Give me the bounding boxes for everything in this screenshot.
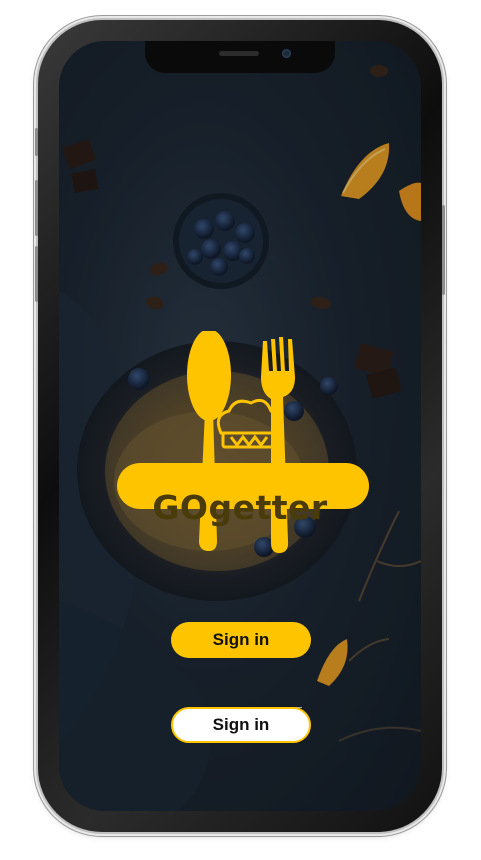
notch [145,41,335,73]
sign-in-secondary-button[interactable]: Sign in [171,707,311,743]
sign-in-button[interactable]: Sign in [171,622,311,658]
volume-up-button [35,180,38,236]
app-logo-text: GOgetter [152,488,328,527]
mute-switch [35,128,38,156]
volume-down-button [35,246,38,302]
speaker-grille [219,51,259,56]
front-camera [282,49,291,58]
power-button [442,205,445,295]
app-screen: GOgetter [59,41,421,811]
